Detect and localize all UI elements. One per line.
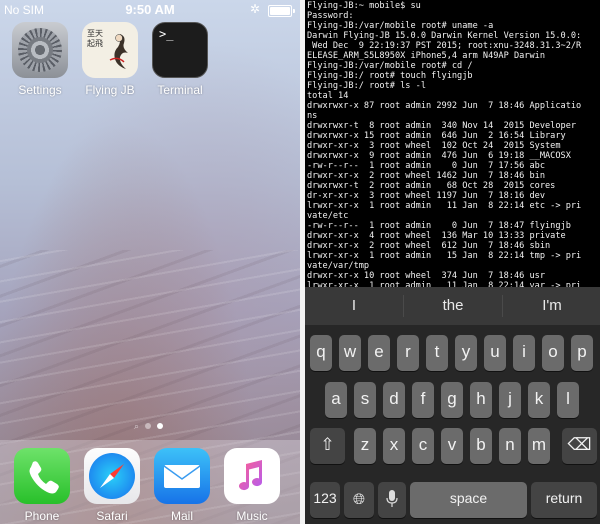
dock-safari[interactable]: Safari [77,448,147,523]
home-screen: No SIM 9:50 AM ✲ Settings 至天起飛 Flying JB… [0,0,300,524]
key-a[interactable]: a [325,382,347,418]
dock-music-label: Music [236,509,268,523]
key-q[interactable]: q [310,335,332,371]
dock-phone-label: Phone [24,509,60,523]
key-s[interactable]: s [354,382,376,418]
app-flying-jb[interactable]: 至天起飛 Flying JB [75,22,145,97]
key-p[interactable]: p [571,335,593,371]
delete-key[interactable]: ⌫ [562,428,597,464]
app-flying-jb-label: Flying JB [85,83,135,97]
key-y[interactable]: y [455,335,477,371]
backspace-icon: ⌫ [567,435,592,454]
terminal-icon: >_ [152,22,208,78]
dock-music[interactable]: Music [217,448,287,523]
numbers-key[interactable]: 123 [310,482,340,518]
terminal-icon-text: >_ [159,27,174,41]
bluetooth-icon: ✲ [249,2,260,16]
key-i[interactable]: i [513,335,535,371]
shift-key[interactable]: ⇧ [310,428,345,464]
flying-jb-icon-text: 至天起飛 [87,29,103,48]
dock-mail-label: Mail [170,509,193,523]
key-o[interactable]: o [542,335,564,371]
prediction-3[interactable]: I'm [503,287,600,325]
key-c[interactable]: c [412,428,434,464]
key-m[interactable]: m [528,428,550,464]
battery-fill [270,7,290,15]
key-w[interactable]: w [339,335,361,371]
dock-safari-label: Safari [96,509,128,523]
dock-phone[interactable]: Phone [7,448,77,523]
settings-gear-icon [12,22,68,78]
dictation-key[interactable] [378,482,406,518]
app-settings-label: Settings [18,83,62,97]
keyboard: I the I'm qwertyuiop asdfghjkl zxcvbnm ⇧… [305,287,600,524]
key-e[interactable]: e [368,335,390,371]
prediction-1[interactable]: I [305,287,403,325]
app-terminal[interactable]: >_ Terminal [145,22,215,97]
shift-arrow-icon: ⇧ [320,435,335,454]
dock: Phone Safari Mail Music [0,440,300,524]
return-key[interactable]: return [531,482,597,518]
key-r[interactable]: r [397,335,419,371]
page-dot-1 [145,423,152,429]
battery-icon [268,5,295,17]
page-indicator[interactable]: ⌕ [0,421,300,431]
key-d[interactable]: d [383,382,405,418]
terminal-output[interactable]: Flying-JB:~ mobile$ su Password: Flying-… [307,1,598,287]
app-settings[interactable]: Settings [5,22,75,97]
spotlight-search-icon: ⌕ [133,421,140,431]
phone-icon [14,448,70,504]
key-n[interactable]: n [499,428,521,464]
page-dot-2 [157,423,164,429]
app-terminal-label: Terminal [157,83,203,97]
key-v[interactable]: v [441,428,463,464]
status-bar: No SIM 9:50 AM ✲ [0,0,300,20]
predictive-bar: I the I'm [305,287,600,325]
mail-envelope-icon [154,448,210,504]
terminal-text: Flying-JB:~ mobile$ su Password: Flying-… [307,1,582,287]
flying-jb-icon: 至天起飛 [82,22,138,78]
music-note-icon [224,448,280,504]
prediction-2[interactable]: the [404,287,502,325]
safari-compass-icon [84,448,140,504]
key-h[interactable]: h [470,382,492,418]
key-l[interactable]: l [557,382,579,418]
key-f[interactable]: f [412,382,434,418]
key-k[interactable]: k [528,382,550,418]
key-u[interactable]: u [484,335,506,371]
dock-mail[interactable]: Mail [147,448,217,523]
key-g[interactable]: g [441,382,463,418]
globe-key[interactable]: 🌐︎ [344,482,374,518]
key-x[interactable]: x [383,428,405,464]
key-j[interactable]: j [499,382,521,418]
flying-figure-icon [109,34,128,69]
globe-icon: 🌐︎ [352,491,365,508]
key-t[interactable]: t [426,335,448,371]
microphone-icon [386,490,398,507]
key-b[interactable]: b [470,428,492,464]
key-z[interactable]: z [354,428,376,464]
space-key[interactable]: space [410,482,527,518]
terminal-screen: Flying-JB:~ mobile$ su Password: Flying-… [305,0,600,524]
